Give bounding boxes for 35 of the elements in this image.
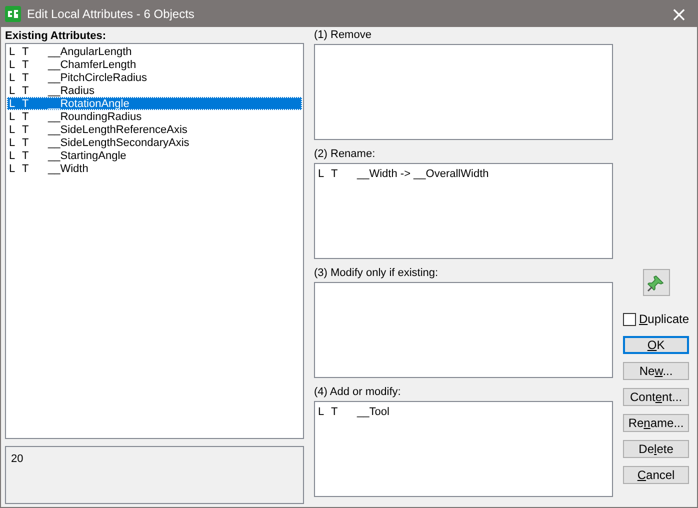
dialog-button[interactable]: OK <box>623 336 690 354</box>
dialog-button[interactable]: Delete <box>623 440 690 458</box>
section-label: (3) Modify only if existing: <box>314 267 438 280</box>
section-label: (4) Add or modify: <box>314 386 401 399</box>
dialog-button[interactable]: Rename... <box>623 414 690 432</box>
attribute-row[interactable]: L T __Width -> __OverallWidth <box>316 167 611 180</box>
attribute-list[interactable] <box>5 43 304 439</box>
attribute-row[interactable]: L T __StartingAngle <box>7 149 302 162</box>
close-button[interactable]: × <box>665 0 693 26</box>
attribute-row[interactable]: L T __Width <box>7 162 302 175</box>
dialog-button[interactable]: New... <box>623 362 690 380</box>
attribute-row[interactable]: L T __RoundingRadius <box>7 110 302 123</box>
pushpin-icon <box>646 272 666 292</box>
list-label: Existing Attributes: <box>5 30 106 43</box>
section-label: (2) Rename: <box>314 148 376 161</box>
dialog-button[interactable]: Content... <box>623 388 690 406</box>
attribute-row[interactable]: L T __Radius <box>7 84 302 97</box>
attribute-list[interactable]: L T __Width -> __OverallWidth <box>314 163 613 259</box>
attribute-row[interactable]: L T __RotationAngle <box>7 97 302 110</box>
attribute-row[interactable]: L T __PitchCircleRadius <box>7 71 302 84</box>
attribute-row[interactable]: L T __Tool <box>316 405 611 418</box>
dialog-button[interactable]: Cancel <box>623 466 690 484</box>
attribute-row[interactable]: L T __SideLengthReferenceAxis <box>7 123 302 136</box>
window-title: Edit Local Attributes - 6 Objects <box>27 6 196 20</box>
duplicate-checkbox[interactable]: Duplicate <box>623 312 690 326</box>
attribute-list[interactable] <box>314 44 613 140</box>
attribute-row[interactable]: L T __SideLengthSecondaryAxis <box>7 136 302 149</box>
attribute-row[interactable]: L T __ChamferLength <box>7 58 302 71</box>
attribute-list[interactable] <box>314 282 613 378</box>
app-logo-icon <box>5 6 21 22</box>
attribute-row[interactable]: L T __AngularLength <box>7 45 302 58</box>
value-field[interactable]: 20 <box>5 446 304 504</box>
pin-button[interactable] <box>642 269 670 296</box>
section-label: (1) Remove <box>314 29 372 42</box>
attribute-list[interactable]: L T __Tool <box>314 401 613 497</box>
